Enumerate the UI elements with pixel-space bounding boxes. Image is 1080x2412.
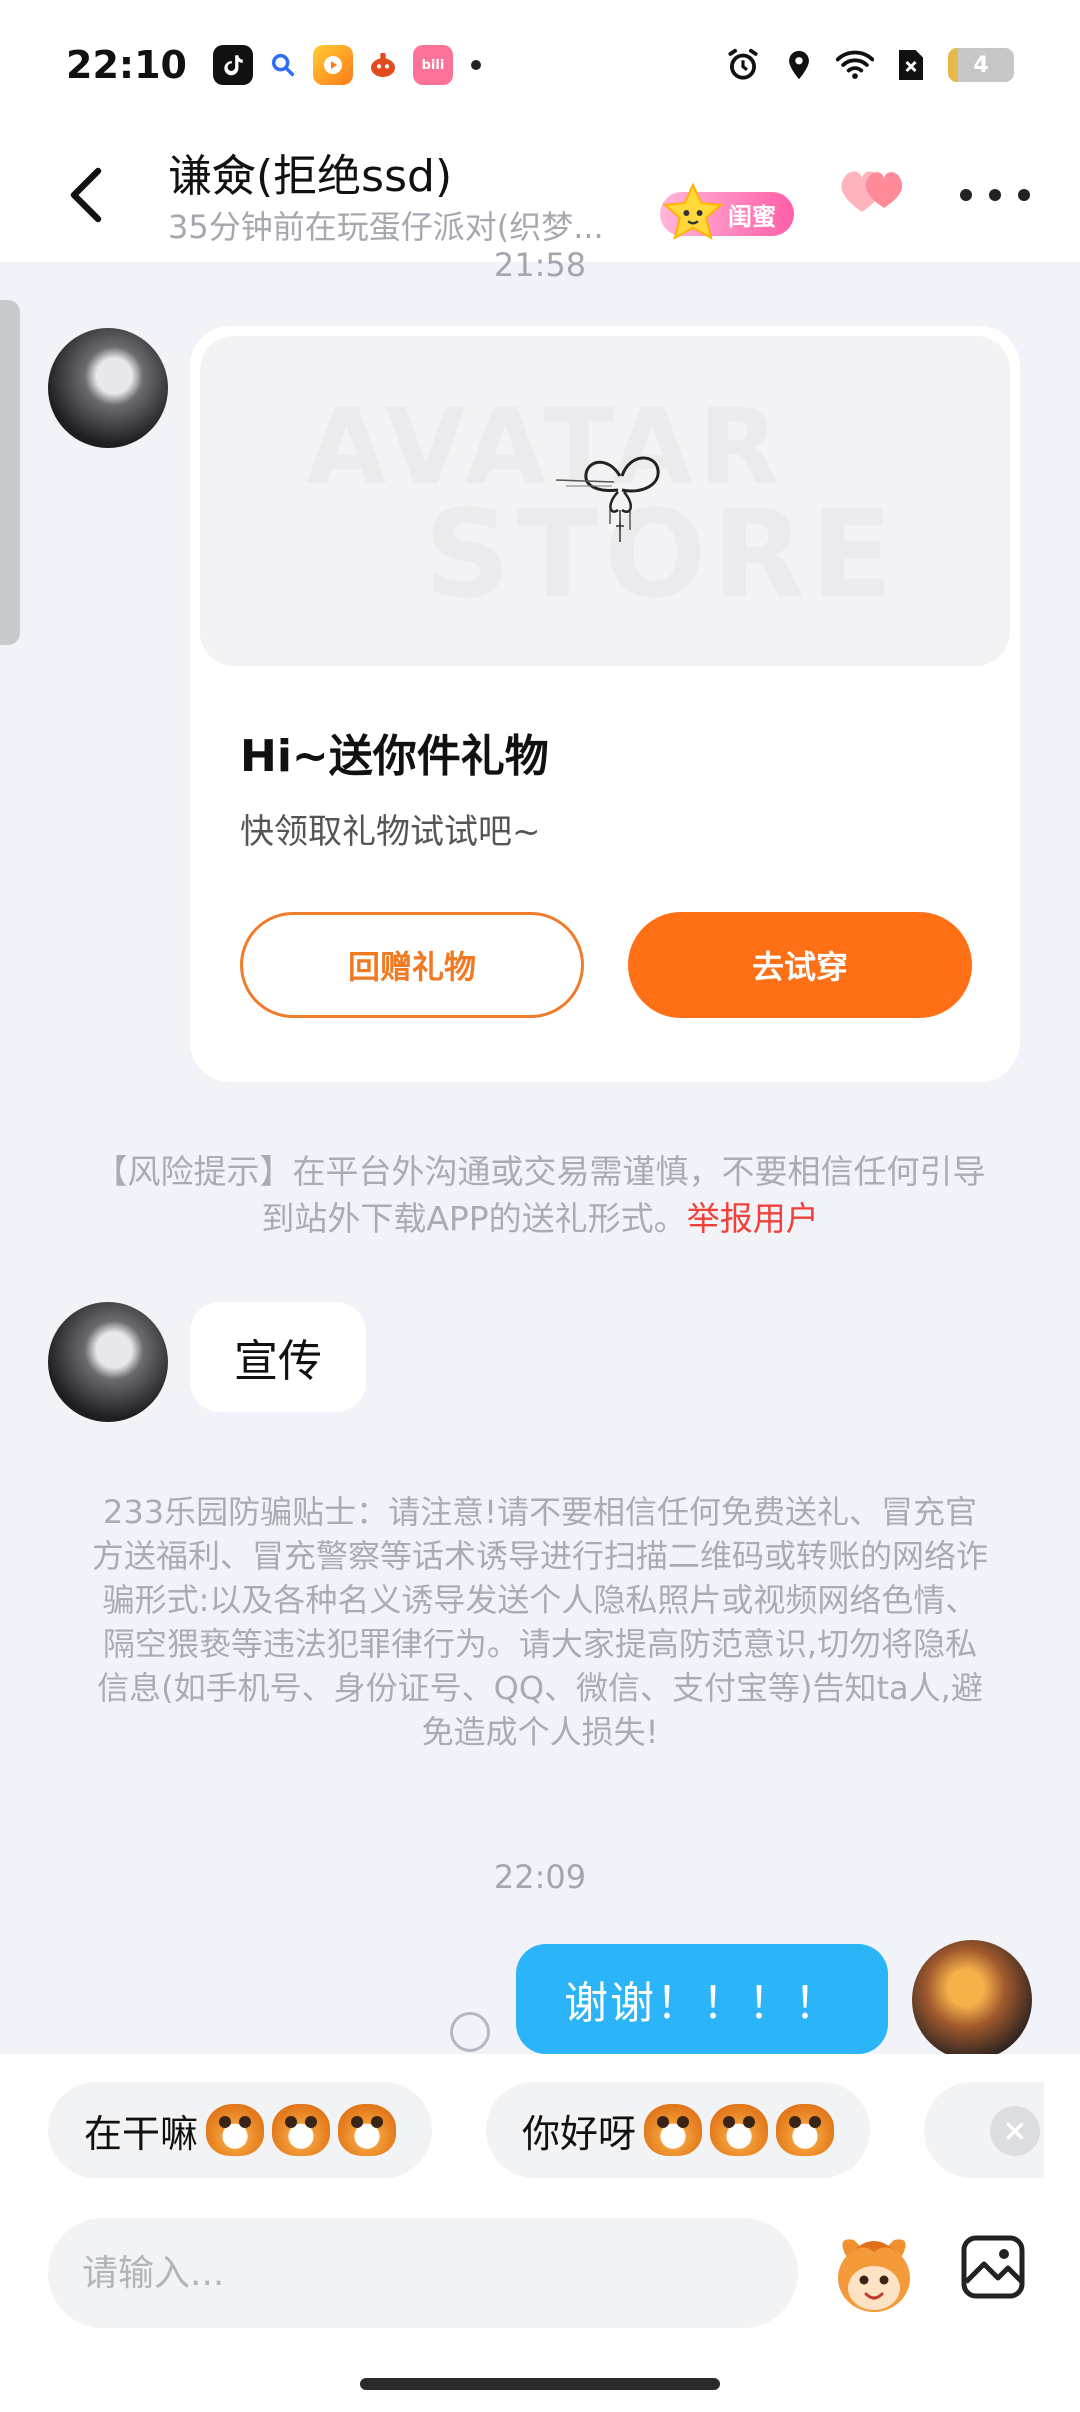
close-quick-replies-button[interactable] [990, 2106, 1040, 2156]
alarm-icon [724, 46, 762, 84]
tiktok-icon [212, 45, 253, 85]
battery-level: 4 [973, 52, 989, 78]
battery-indicator: 4 [948, 48, 1014, 82]
report-user-link[interactable]: 举报用户 [687, 1199, 819, 1238]
star-mascot-icon [660, 180, 726, 246]
video-app-icon [312, 45, 353, 85]
search-app-icon [262, 45, 303, 85]
wifi-icon [836, 46, 874, 84]
monkey-grin-emoji [206, 2104, 265, 2156]
contact-activity-status: 35分钟前在玩蛋仔派对(织梦... [168, 208, 604, 246]
chat-header: 谦僉(拒绝ssd) 35分钟前在玩蛋仔派对(织梦... 闺蜜 [0, 130, 1080, 262]
no-sim-icon [892, 46, 930, 84]
scrollbar[interactable] [0, 300, 20, 645]
timestamp-top: 21:58 [493, 246, 587, 284]
timestamp-bottom: 22:09 [493, 1858, 587, 1896]
monkey-wow-emoji [776, 2104, 835, 2156]
relationship-badge[interactable]: 闺蜜 [660, 182, 794, 240]
chevron-left-icon [70, 167, 102, 223]
quick-reply-chip[interactable]: 在干嘛 [48, 2082, 433, 2178]
monkey-wow-emoji [710, 2104, 769, 2156]
monkey-grin-emoji [272, 2104, 331, 2156]
home-indicator[interactable] [360, 2378, 720, 2390]
outgoing-message-bubble[interactable]: 谢谢！！！！ [516, 1944, 888, 2054]
risk-notice: 【风险提示】在平台外沟通或交易需谨慎，不要相信任何引导到站外下载APP的送礼形式… [90, 1148, 990, 1242]
gift-preview-image: AVATAR STORE [200, 336, 1010, 666]
back-button[interactable] [56, 160, 116, 230]
more-dot [989, 189, 1001, 201]
more-notifications-dot [470, 60, 481, 70]
message-status-icon [450, 2012, 490, 2052]
mascot-emoji-icon[interactable] [832, 2226, 916, 2320]
contact-name[interactable]: 谦僉(拒绝ssd) [168, 140, 452, 204]
hearts-icon[interactable] [836, 160, 916, 220]
monkey-grin-emoji [338, 2104, 397, 2156]
gift-card[interactable]: AVATAR STORE Hi~送你件礼物 快领取礼物试试吧~ 回赠礼物 去试穿 [190, 326, 1020, 1082]
relationship-badge-label: 闺蜜 [728, 202, 776, 231]
risk-notice-text: 【风险提示】在平台外沟通或交易需谨慎，不要相信任何引导到站外下载APP的送礼形式… [94, 1152, 986, 1238]
bilibili-app-icon: bili [412, 45, 453, 85]
butterfly-icon [556, 456, 660, 542]
self-avatar[interactable] [912, 1940, 1032, 2060]
location-icon [780, 46, 818, 84]
try-on-button[interactable]: 去试穿 [628, 912, 972, 1018]
more-dots-icon [960, 189, 972, 201]
return-gift-button[interactable]: 回赠礼物 [240, 912, 584, 1018]
status-bar: 22:10 bili 4 [0, 0, 1080, 130]
quick-reply-label: 在干嘛 [84, 2111, 199, 2156]
quick-reply-chip[interactable]: 你好呀 [486, 2082, 871, 2178]
more-options-button[interactable] [960, 170, 1030, 220]
contact-avatar[interactable] [48, 1302, 168, 1422]
fraud-prevention-tip: 233乐园防骗贴士：请注意!请不要相信任何免费送礼、冒充官方送福利、冒充警察等话… [91, 1493, 988, 1751]
system-icons: 4 [724, 46, 1014, 84]
incoming-message-bubble[interactable]: 宣传 [190, 1302, 366, 1412]
gift-subtitle: 快领取礼物试试吧~ [240, 812, 541, 852]
quick-reply-label: 你好呀 [522, 2111, 637, 2156]
more-dot [1018, 189, 1030, 201]
close-icon [1006, 2122, 1024, 2140]
image-icon[interactable] [958, 2232, 1028, 2302]
game-app-icon [362, 45, 403, 85]
contact-avatar[interactable] [48, 328, 168, 448]
gift-title: Hi~送你件礼物 [240, 731, 549, 782]
status-time: 22:10 [66, 43, 187, 87]
message-input[interactable] [48, 2218, 798, 2328]
chat-screen: 22:10 bili 4 谦僉(拒绝ssd) 35分钟前在玩蛋仔派对(织梦...… [0, 0, 1080, 2412]
monkey-wow-emoji [644, 2104, 703, 2156]
